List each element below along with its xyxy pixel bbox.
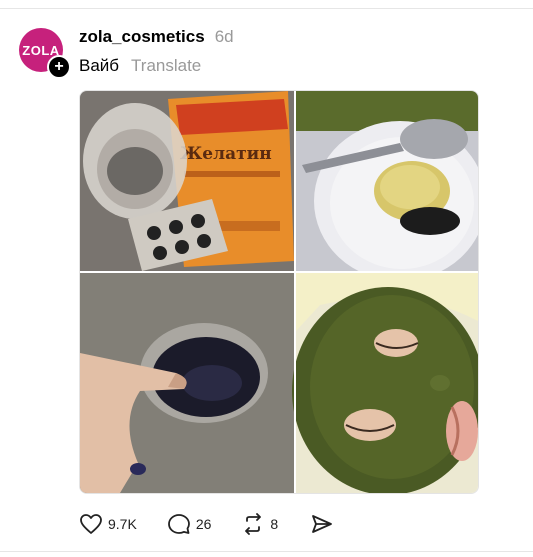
caption-row: Вайб Translate — [79, 56, 201, 76]
comment-count: 26 — [195, 516, 212, 532]
post-timestamp[interactable]: 6d — [215, 27, 234, 47]
gelatin-packet-photo: Желатин — [80, 91, 294, 271]
repost-button[interactable]: 8 — [241, 513, 278, 535]
post-actions: 9.7K 26 8 — [79, 512, 334, 536]
spoon-bowl-photo — [296, 91, 478, 281]
author-username[interactable]: zola_cosmetics — [79, 27, 205, 47]
comment-button[interactable]: 26 — [167, 513, 212, 535]
post-image[interactable]: Желатин — [79, 90, 479, 494]
author-avatar[interactable]: ZOLA + — [19, 28, 71, 79]
heart-icon — [80, 514, 102, 534]
translate-link[interactable]: Translate — [131, 56, 201, 76]
mixing-mask-photo — [80, 273, 294, 493]
comment-icon — [167, 514, 190, 534]
follow-plus-icon[interactable]: + — [47, 55, 71, 79]
share-button[interactable] — [310, 513, 334, 535]
post-caption: Вайб — [79, 56, 120, 75]
packet-label-text: Желатин — [180, 144, 272, 164]
share-icon — [312, 515, 333, 533]
bottom-divider — [0, 551, 533, 552]
repost-icon — [245, 513, 262, 535]
top-divider — [0, 8, 533, 9]
like-button[interactable]: 9.7K — [79, 513, 137, 535]
post-header: zola_cosmetics 6d — [79, 27, 234, 49]
like-count: 9.7K — [108, 516, 137, 532]
face-mask-photo — [292, 273, 478, 493]
repost-count: 8 — [270, 516, 279, 532]
